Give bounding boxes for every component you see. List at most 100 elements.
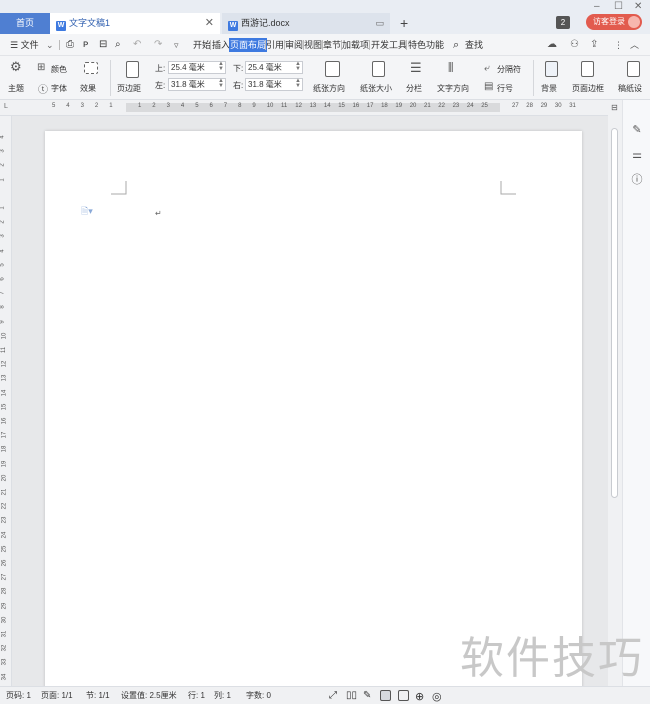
spin-arrows-icon[interactable]: ▲ ▼ bbox=[295, 61, 301, 72]
file-menu-caret-icon[interactable]: ⌄ bbox=[46, 38, 54, 52]
spin-arrows-icon[interactable]: ▲ ▼ bbox=[218, 61, 224, 72]
theme-button[interactable]: 主题 bbox=[8, 83, 24, 94]
background-button[interactable]: 背景 bbox=[541, 83, 557, 94]
effects-icon[interactable] bbox=[84, 62, 98, 74]
scrollbar-thumb[interactable] bbox=[611, 128, 618, 498]
adjust-settings-icon[interactable]: ⚌ bbox=[630, 148, 644, 162]
background-icon[interactable] bbox=[545, 61, 558, 77]
tab-home[interactable]: 首页 bbox=[0, 13, 50, 34]
maximize-button[interactable]: ☐ bbox=[614, 0, 623, 13]
window-count-badge[interactable]: 2 bbox=[556, 16, 570, 29]
fonts-button[interactable]: 字体 bbox=[51, 83, 67, 94]
split-view-icon[interactable]: ⊟ bbox=[611, 103, 618, 112]
search-label[interactable]: 查找 bbox=[465, 38, 483, 52]
columns-button[interactable]: 分栏 bbox=[406, 83, 422, 94]
ruler-tick-label: 4 bbox=[66, 103, 70, 109]
paste-options-icon[interactable]: 🗎▾ bbox=[81, 204, 93, 220]
bottom-margin-input[interactable]: 25.4 毫米 ▲ ▼ bbox=[245, 61, 303, 74]
tab-addins[interactable]: 加载项 bbox=[342, 38, 369, 52]
monitor-icon[interactable]: ▭ bbox=[375, 13, 384, 34]
collaborate-icon[interactable]: ⚇ bbox=[570, 38, 579, 52]
status-section[interactable]: 节: 1/1 bbox=[86, 690, 110, 701]
top-margin-input[interactable]: 25.4 毫米 ▲ ▼ bbox=[168, 61, 226, 74]
undo-icon[interactable]: ↶ bbox=[133, 38, 141, 52]
print-preview-icon[interactable]: ⌕ bbox=[115, 38, 121, 52]
cloud-sync-icon[interactable]: ☁ bbox=[547, 38, 557, 52]
tab-insert[interactable]: 插入 bbox=[212, 38, 230, 52]
status-column[interactable]: 列: 1 bbox=[214, 690, 231, 701]
save-icon[interactable]: ⎙ bbox=[66, 38, 74, 52]
tab-developer[interactable]: 开发工具 bbox=[371, 38, 407, 52]
print-icon[interactable]: ⊟ bbox=[99, 38, 107, 52]
left-margin-input[interactable]: 31.8 毫米 ▲ ▼ bbox=[168, 78, 226, 91]
orientation-button[interactable]: 纸张方向 bbox=[313, 83, 345, 94]
margins-icon[interactable] bbox=[126, 61, 139, 78]
text-direction-button[interactable]: 文字方向 bbox=[437, 83, 469, 94]
tab-document-2[interactable]: W 西游记.docx ▭ bbox=[222, 13, 390, 34]
file-menu[interactable]: ☰ 文件 bbox=[10, 38, 39, 52]
colors-icon[interactable]: ⊞ bbox=[37, 62, 45, 73]
tab-document-1[interactable]: W 文字文稿1 ✕ bbox=[50, 13, 220, 34]
spin-arrows-icon[interactable]: ▲ ▼ bbox=[295, 78, 301, 89]
read-mode-icon[interactable]: ▯▯ bbox=[346, 690, 357, 701]
search-icon[interactable]: ⌕ bbox=[453, 38, 459, 52]
document-page[interactable]: 🗎▾ ↵ bbox=[45, 131, 582, 691]
line-numbers-icon[interactable]: ▤ bbox=[484, 81, 493, 92]
tab-review[interactable]: 审阅 bbox=[285, 38, 303, 52]
horizontal-ruler[interactable]: L 5 4 3 2 1 1 2 3 4 5 6 7 8 9 10 11 12 13 14 15 16 17 18 19 20 21… bbox=[0, 100, 612, 116]
eye-protection-icon[interactable]: ◎ bbox=[432, 690, 442, 703]
side-panel: ✎ ⚌ ⓘ bbox=[622, 100, 650, 686]
new-tab-button[interactable]: + bbox=[400, 13, 408, 34]
write-mode-icon[interactable]: ✎ bbox=[363, 690, 371, 701]
export-pdf-icon[interactable]: ᴘ bbox=[83, 38, 88, 52]
paper-size-button[interactable]: 纸张大小 bbox=[360, 83, 392, 94]
status-word-count[interactable]: 字数: 0 bbox=[246, 690, 271, 701]
quick-access-more-icon[interactable]: ▿ bbox=[174, 38, 179, 52]
help-icon[interactable]: ⓘ bbox=[630, 173, 644, 187]
close-window-button[interactable]: ✕ bbox=[634, 0, 642, 13]
page-view-icon[interactable] bbox=[380, 690, 391, 701]
collapse-ribbon-icon[interactable]: ︿ bbox=[630, 38, 639, 52]
status-page-code[interactable]: 页码: 1 bbox=[6, 690, 31, 701]
fullscreen-icon[interactable]: ⤢ bbox=[329, 690, 337, 701]
tab-references[interactable]: 引用 bbox=[266, 38, 284, 52]
colors-button[interactable]: 颜色 bbox=[51, 64, 67, 75]
spin-arrows-icon[interactable]: ▲ ▼ bbox=[218, 78, 224, 89]
status-pages[interactable]: 页面: 1/1 bbox=[41, 690, 73, 701]
columns-icon[interactable]: ☰ bbox=[410, 60, 422, 76]
tab-view[interactable]: 视图 bbox=[304, 38, 322, 52]
guest-login-button[interactable]: 访客登录 bbox=[586, 14, 642, 30]
page-border-button[interactable]: 页面边框 bbox=[572, 83, 604, 94]
fonts-icon[interactable]: ⓣ bbox=[38, 81, 48, 96]
more-options-icon[interactable]: ⋮ bbox=[614, 38, 623, 52]
margins-button[interactable]: 页边距 bbox=[117, 83, 141, 94]
share-icon[interactable]: ⇪ bbox=[590, 38, 598, 52]
manuscript-icon[interactable] bbox=[627, 61, 640, 77]
theme-icon[interactable]: ⚙ bbox=[10, 59, 22, 75]
tab-stop-selector-icon[interactable]: L bbox=[4, 103, 8, 110]
vertical-scrollbar[interactable]: ⊟ bbox=[608, 100, 622, 686]
tab-special-features[interactable]: 特色功能 bbox=[408, 38, 444, 52]
close-tab-icon[interactable]: ✕ bbox=[205, 13, 214, 34]
right-margin-input[interactable]: 31.8 毫米 ▲ ▼ bbox=[245, 78, 303, 91]
redo-icon[interactable]: ↷ bbox=[154, 38, 162, 52]
paper-size-icon[interactable] bbox=[372, 61, 385, 77]
tab-start[interactable]: 开始 bbox=[193, 38, 211, 52]
vertical-ruler[interactable]: 4 3 2 1 1 2 3 4 5 6 7 8 9 10 11 12 13 14 15 16 17 18 19 20 21 22 2… bbox=[0, 116, 12, 686]
edit-pen-icon[interactable]: ✎ bbox=[630, 123, 644, 137]
break-icon[interactable]: ⤶ bbox=[484, 63, 490, 74]
tab-page-layout[interactable]: 页面布局 bbox=[229, 38, 268, 52]
text-direction-icon[interactable]: ⫴ bbox=[448, 60, 453, 76]
tab-chapter[interactable]: 章节 bbox=[323, 38, 341, 52]
line-numbers-button[interactable]: 行号 bbox=[497, 83, 513, 94]
status-position[interactable]: 设置值: 2.5厘米 bbox=[121, 690, 177, 701]
outline-view-icon[interactable] bbox=[398, 690, 409, 701]
manuscript-button[interactable]: 稿纸设 bbox=[618, 83, 642, 94]
web-view-icon[interactable]: ⊕ bbox=[415, 690, 424, 703]
break-button[interactable]: 分隔符 bbox=[497, 64, 521, 75]
status-row[interactable]: 行: 1 bbox=[188, 690, 205, 701]
orientation-icon[interactable] bbox=[325, 61, 340, 77]
page-border-icon[interactable] bbox=[581, 61, 594, 77]
minimize-button[interactable]: – bbox=[594, 0, 600, 13]
effects-button[interactable]: 效果 bbox=[80, 83, 96, 94]
